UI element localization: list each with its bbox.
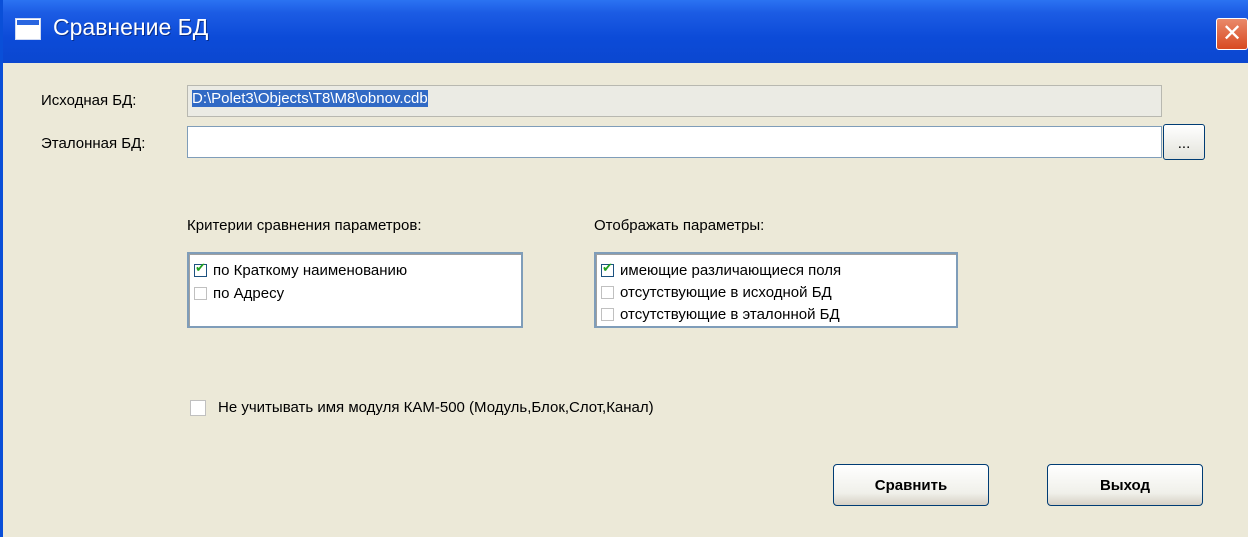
ignore-module-checkbox[interactable]: [190, 399, 206, 416]
criteria-item-label: по Краткому наименованию: [213, 261, 408, 279]
display-item-missing-source[interactable]: отсутствующие в исходной БД: [601, 281, 832, 303]
exit-button[interactable]: Выход: [1047, 464, 1203, 506]
checkbox-checked[interactable]: [194, 261, 207, 277]
display-item-diff-fields[interactable]: имеющие различающиеся поля: [601, 259, 841, 281]
ignore-module-option[interactable]: Не учитывать имя модуля КАМ-500 (Модуль,…: [190, 399, 654, 416]
title-bar[interactable]: Сравнение БД ✕: [3, 0, 1248, 63]
display-label: Отображать параметры:: [594, 217, 765, 234]
source-db-field[interactable]: D:\Polet3\Objects\T8\M8\obnov.cdb: [187, 85, 1162, 117]
window-title: Сравнение БД: [53, 14, 209, 40]
close-icon: ✕: [1221, 20, 1243, 47]
ignore-module-label: Не учитывать имя модуля КАМ-500 (Модуль,…: [218, 399, 654, 416]
reference-db-field[interactable]: [187, 126, 1162, 158]
checkbox[interactable]: [601, 285, 614, 299]
display-item-label: отсутствующие в исходной БД: [620, 283, 832, 301]
display-item-label: отсутствующие в эталонной БД: [620, 305, 840, 323]
display-list[interactable]: имеющие различающиеся поля отсутствующие…: [594, 252, 958, 328]
browse-button[interactable]: ...: [1163, 124, 1205, 160]
source-db-value: D:\Polet3\Objects\T8\M8\obnov.cdb: [192, 90, 428, 107]
reference-db-label: Эталонная БД:: [41, 135, 146, 152]
compare-db-window: Сравнение БД ✕ Исходная БД: D:\Polet3\Ob…: [0, 0, 1248, 537]
criteria-item-address[interactable]: по Адресу: [194, 282, 284, 304]
source-db-label: Исходная БД:: [41, 92, 137, 109]
compare-button[interactable]: Сравнить: [833, 464, 989, 506]
criteria-item-label: по Адресу: [213, 284, 285, 302]
window-icon: [15, 18, 41, 40]
checkbox-checked[interactable]: [601, 261, 614, 277]
criteria-item-short-name[interactable]: по Краткому наименованию: [194, 259, 407, 281]
checkbox[interactable]: [601, 307, 614, 321]
display-item-label: имеющие различающиеся поля: [620, 261, 842, 279]
close-button[interactable]: ✕: [1216, 18, 1248, 50]
display-item-missing-reference[interactable]: отсутствующие в эталонной БД: [601, 303, 840, 325]
checkbox[interactable]: [194, 286, 207, 300]
criteria-label: Критерии сравнения параметров:: [187, 217, 422, 234]
criteria-list[interactable]: по Краткому наименованию по Адресу: [187, 252, 523, 328]
